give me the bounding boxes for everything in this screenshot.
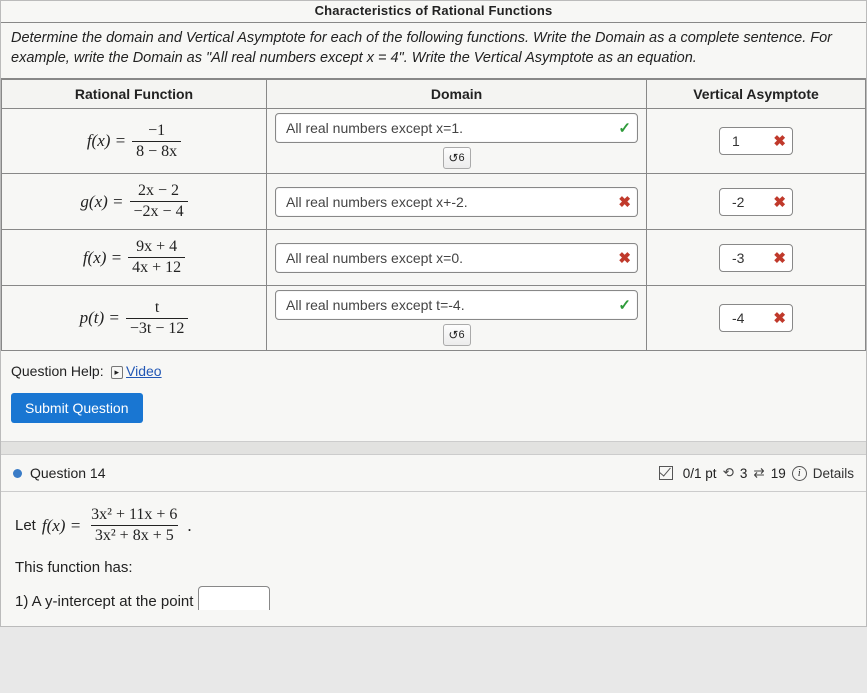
- question-14-title: Question 14: [30, 465, 106, 481]
- retry-button[interactable]: ↺6: [443, 147, 471, 169]
- retry-icon: ↺: [448, 151, 458, 165]
- cross-icon: ✖: [773, 249, 786, 267]
- section-title-partial: Characteristics of Rational Functions: [1, 1, 866, 23]
- retries-count: 3: [740, 466, 748, 481]
- y-intercept-input[interactable]: [198, 586, 270, 610]
- va-input[interactable]: -3✖: [719, 244, 793, 272]
- header-domain: Domain: [267, 80, 647, 109]
- q14-denominator: 3x² + 8x + 5: [91, 525, 178, 545]
- q14-function-definition: Let f(x) = 3x² + 11x + 6 3x² + 8x + 5 .: [15, 506, 852, 545]
- q14-item-1: 1) A y-intercept at the point: [15, 586, 852, 610]
- cross-icon: ✖: [773, 309, 786, 327]
- reset-icon: [723, 465, 734, 481]
- question-divider: [1, 441, 866, 455]
- cross-icon: ✖: [773, 132, 786, 150]
- q14-period: .: [187, 516, 191, 536]
- cross-icon: ✖: [618, 193, 631, 211]
- table-row: f(x) =−18 − 8x All real numbers except x=…: [2, 109, 866, 174]
- retry-icon: ↺: [448, 328, 458, 342]
- details-link[interactable]: Details: [813, 466, 854, 481]
- va-input[interactable]: -2✖: [719, 188, 793, 216]
- retry-superscript: 6: [458, 329, 464, 341]
- check-icon: ✓: [618, 119, 631, 137]
- q14-has-line: This function has:: [15, 559, 852, 576]
- video-link[interactable]: Video: [126, 363, 162, 379]
- function-equation: f(x) =−18 − 8x: [10, 118, 258, 165]
- table-row: p(t) =t−3t − 12 All real numbers except t…: [2, 286, 866, 351]
- va-input[interactable]: -4✖: [719, 304, 793, 332]
- q14-numerator: 3x² + 11x + 6: [87, 506, 181, 525]
- info-icon[interactable]: i: [792, 466, 807, 481]
- question-14-header[interactable]: Question 14 0/1 pt 3 19 i Details: [1, 455, 866, 492]
- video-icon: ▸: [111, 366, 124, 379]
- domain-input[interactable]: All real numbers except x+-2.✖: [275, 187, 638, 217]
- function-equation: g(x) =2x − 2−2x − 4: [10, 178, 258, 225]
- status-dot-icon: [13, 469, 22, 478]
- check-icon: ✓: [618, 296, 631, 314]
- let-label: Let: [15, 517, 36, 534]
- retry-button[interactable]: ↺6: [443, 324, 471, 346]
- swap-icon: [753, 465, 764, 481]
- q14-lhs: f(x) =: [42, 516, 81, 536]
- score-text: 0/1 pt: [683, 466, 717, 481]
- header-vertical-asymptote: Vertical Asymptote: [647, 80, 866, 109]
- attempts-count: 19: [771, 466, 786, 481]
- cross-icon: ✖: [618, 249, 631, 267]
- rational-functions-table: Rational Function Domain Vertical Asympt…: [1, 79, 866, 351]
- domain-input[interactable]: All real numbers except t=-4.✓: [275, 290, 638, 320]
- table-row: g(x) =2x − 2−2x − 4 All real numbers exce…: [2, 174, 866, 230]
- domain-input[interactable]: All real numbers except x=0.✖: [275, 243, 638, 273]
- submit-question-button[interactable]: Submit Question: [11, 393, 143, 423]
- instructions-text: Determine the domain and Vertical Asympt…: [1, 23, 866, 79]
- header-function: Rational Function: [2, 80, 267, 109]
- question-help-label: Question Help:: [11, 363, 104, 379]
- va-input[interactable]: 1✖: [719, 127, 793, 155]
- function-equation: p(t) =t−3t − 12: [10, 295, 258, 342]
- function-equation: f(x) =9x + 44x + 12: [10, 234, 258, 281]
- retry-superscript: 6: [458, 152, 464, 164]
- score-box-icon: [659, 466, 673, 480]
- cross-icon: ✖: [773, 193, 786, 211]
- question-help-row: Question Help: ▸Video: [1, 351, 866, 387]
- table-row: f(x) =9x + 44x + 12 All real numbers exce…: [2, 230, 866, 286]
- domain-input[interactable]: All real numbers except x=1.✓: [275, 113, 638, 143]
